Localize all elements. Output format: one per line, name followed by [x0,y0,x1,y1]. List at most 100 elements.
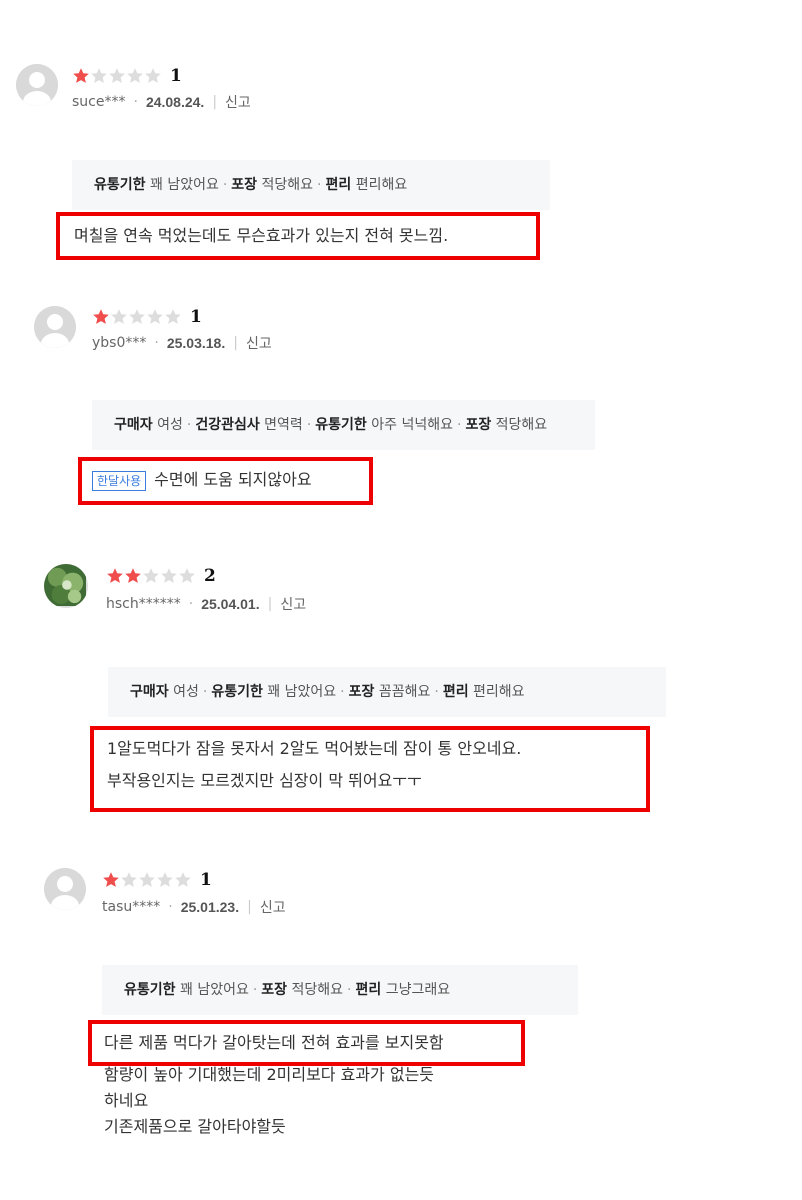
meta-separator: | [267,596,273,612]
meta-separator: | [247,899,252,915]
tag-key: 포장 [261,982,288,998]
tag-key: 유통기한 [94,177,146,193]
review-text: 며칠을 연속 먹었는데도 무슨효과가 있는지 전혀 못느낌. [74,226,449,245]
tag-separator: · [202,684,208,700]
rating-number: 2 [204,566,216,586]
meta-separator: | [233,335,238,351]
review-text-line: 1알도먹다가 잠을 못자서 2알도 먹어봤는데 잠이 통 안오네요. [107,739,522,758]
review-text-line: 함량이 높아 기대했는데 2미리보다 효과가 없는듯 [104,1065,435,1084]
tag-key: 포장 [231,177,258,193]
tag-separator: · [252,982,258,998]
tag-value: 여성 [173,684,199,700]
tag-key: 구매자 [130,684,169,700]
avatar [16,64,58,106]
meta-dot: · [154,335,159,351]
star-empty-icon [143,568,159,583]
default-avatar-icon [16,64,58,106]
meta-separator: | [212,94,218,110]
tag-value: 면역력 [264,417,303,433]
star-filled-icon [73,68,89,83]
tag-key: 포장 [465,417,492,433]
tag-value: 꼼꼼해요 [378,684,431,700]
star-empty-icon [109,68,125,83]
tag-key: 구매자 [114,417,153,433]
tag-separator: · [434,684,439,700]
tag-key: 유통기한 [315,417,367,433]
star-filled-icon [103,872,119,887]
reviewer-id: hsch****** [106,596,181,612]
tag-value: 편리해요 [473,684,525,700]
star-empty-icon [161,568,177,583]
review-text: 다른 제품 먹다가 갈아탓는데 전혀 효과를 보지못함 [104,1033,444,1052]
review-date: 24.08.24. [145,94,205,110]
avatar [44,868,86,910]
rating-number: 1 [190,307,202,327]
report-link[interactable]: 신고 [225,92,251,112]
usage-badge: 한달사용 [92,470,147,491]
tag-separator: · [222,177,228,193]
reviewer-id: tasu**** [102,899,161,915]
tag-separator: · [317,177,322,193]
star-empty-icon [175,872,191,887]
tag-value: 여성 [157,417,183,433]
avatar [34,306,76,348]
tag-value: 아주 넉넉해요 [371,417,453,433]
tag-value: 적당해요 [261,177,314,193]
star-rating: 1 [102,870,212,890]
rating-number: 1 [200,870,212,890]
star-rating: 1 [92,307,202,327]
star-rating: 2 [106,566,216,586]
review-text: 1알도먹다가 잠을 못자서 2알도 먹어봤는데 잠이 통 안오네요. 부작용인지… [107,733,521,797]
review-text-body: 수면에 도움 되지않아요 [154,470,312,489]
star-filled-icon [107,568,123,583]
review-text-line: 하네요 [104,1091,149,1110]
meta-dot: · [133,94,138,110]
tag-separator: · [347,982,352,998]
star-empty-icon [111,309,127,324]
review-date: 25.01.23. [180,899,240,915]
tag-separator: · [186,417,192,433]
review-tags: 구매자 여성 · 건강관심사 면역력 · 유통기한 아주 넉넉해요 · 포장 적당해요 [92,400,595,450]
tag-separator: · [340,684,345,700]
star-empty-icon [165,309,181,324]
star-filled-icon [93,309,109,324]
review-meta: hsch****** · 25.04.01. | 신고 [106,594,306,614]
tag-key: 유통기한 [124,982,176,998]
star-empty-icon [139,872,155,887]
star-empty-icon [147,309,163,324]
report-link[interactable]: 신고 [246,333,272,353]
tag-key: 편리 [442,684,469,700]
profile-photo-icon [44,564,86,606]
tag-key: 유통기한 [211,684,263,700]
tag-value: 편리해요 [355,177,408,193]
review-date: 25.03.18. [166,335,226,351]
tag-separator: · [456,417,462,433]
tag-key: 건강관심사 [195,417,260,433]
star-rating: 1 [72,66,182,86]
tag-value: 적당해요 [495,417,548,433]
star-filled-icon [125,568,141,583]
review-meta: suce*** · 24.08.24. | 신고 [72,92,251,112]
star-empty-icon [121,872,137,887]
default-avatar-icon [34,306,76,348]
meta-dot: · [188,596,194,612]
star-empty-icon [127,68,143,83]
review-text-more: 함량이 높아 기대했는데 2미리보다 효과가 없는듯 하네요 기존제품으로 갈아… [104,1062,434,1140]
tag-value: 꽤 남았어요 [267,684,337,700]
star-empty-icon [91,68,107,83]
review-text-line: 기존제품으로 갈아타야할듯 [104,1117,286,1136]
meta-dot: · [168,899,173,915]
tag-key: 편리 [325,177,352,193]
tag-value: 적당해요 [291,982,344,998]
star-empty-icon [129,309,145,324]
report-link[interactable]: 신고 [280,594,306,614]
tag-separator: · [306,417,312,433]
star-empty-icon [145,68,161,83]
review-tags: 유통기한 꽤 남았어요 · 포장 적당해요 · 편리 편리해요 [72,160,550,210]
tag-key: 편리 [355,982,382,998]
report-link[interactable]: 신고 [260,897,286,917]
avatar [44,564,88,608]
reviewer-id: suce*** [72,94,126,110]
star-empty-icon [157,872,173,887]
tag-key: 포장 [348,684,375,700]
